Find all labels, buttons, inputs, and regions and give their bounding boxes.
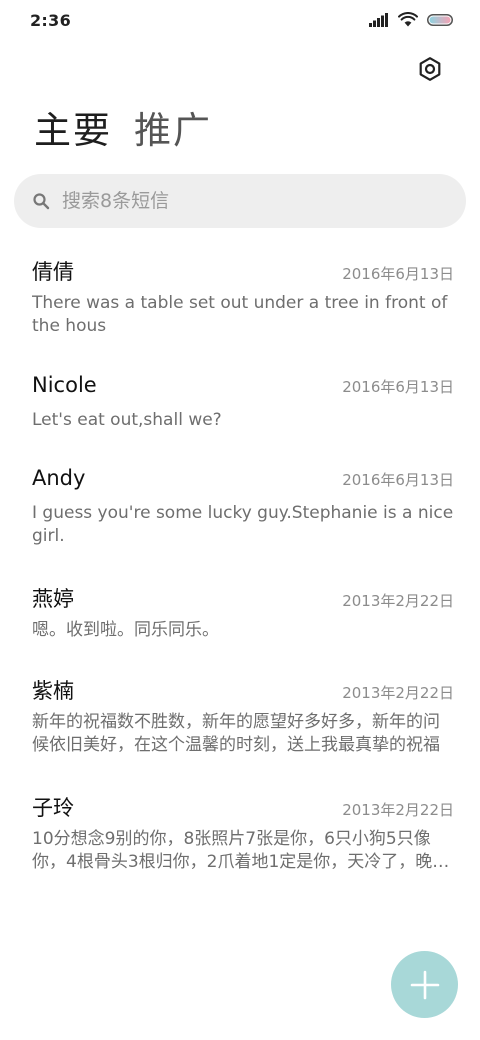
status-bar: 2:36	[0, 0, 480, 42]
thread-preview: I guess you're some lucky guy.Stephanie …	[32, 503, 454, 546]
search-bar[interactable]	[14, 174, 466, 228]
thread-preview: Let's eat out,shall we?	[32, 410, 222, 430]
thread-item[interactable]: Nicole 2016年6月13日 Let's eat out,shall we…	[0, 373, 480, 466]
tab-bar: 主要 推广	[34, 108, 212, 154]
thread-preview: 新年的祝福数不胜数，新年的愿望好多好多，新年的问候依旧美好，在这个温馨的时刻，送…	[32, 712, 440, 755]
thread-item[interactable]: 紫楠 2013年2月22日 新年的祝福数不胜数，新年的愿望好多好多，新年的问候依…	[0, 675, 480, 792]
thread-date: 2013年2月22日	[342, 684, 454, 702]
new-message-button[interactable]	[391, 951, 458, 1018]
tab-promotions[interactable]: 推广	[134, 108, 212, 154]
thread-item[interactable]: 燕婷 2013年2月22日 嗯。收到啦。同乐同乐。	[0, 583, 480, 675]
thread-date: 2016年6月13日	[342, 265, 454, 283]
thread-name: 燕婷	[32, 587, 74, 611]
thread-preview: 嗯。收到啦。同乐同乐。	[32, 620, 219, 640]
thread-date: 2013年2月22日	[342, 592, 454, 610]
thread-item[interactable]: Andy 2016年6月13日 I guess you're some luck…	[0, 466, 480, 583]
thread-item[interactable]: 子玲 2013年2月22日 10分想念9别的你，8张照片7张是你，6只小狗5只像…	[0, 792, 480, 909]
thread-item[interactable]: 倩倩 2016年6月13日 There was a table set out …	[0, 256, 480, 373]
search-icon	[33, 193, 50, 210]
thread-name: 倩倩	[32, 260, 74, 284]
thread-name: Andy	[32, 466, 86, 490]
signal-icon	[369, 12, 388, 27]
thread-preview: There was a table set out under a tree i…	[32, 293, 448, 336]
status-icons	[369, 12, 453, 27]
status-time: 2:36	[30, 11, 71, 30]
thread-date: 2013年2月22日	[342, 801, 454, 819]
thread-name: 子玲	[32, 796, 74, 820]
search-input[interactable]	[62, 186, 422, 216]
thread-date: 2016年6月13日	[342, 471, 454, 489]
thread-date: 2016年6月13日	[342, 378, 454, 396]
gear-icon	[419, 57, 441, 81]
thread-list: 倩倩 2016年6月13日 There was a table set out …	[0, 256, 480, 909]
thread-name: Nicole	[32, 373, 97, 397]
battery-icon	[427, 13, 453, 26]
thread-name: 紫楠	[32, 679, 74, 703]
tab-primary[interactable]: 主要	[34, 108, 112, 154]
thread-preview: 10分想念9别的你，8张照片7张是你，6只小狗5只像你，4根骨头3根归你，2爪着…	[32, 829, 450, 872]
plus-icon	[410, 970, 439, 999]
wifi-icon	[398, 12, 418, 27]
settings-button[interactable]	[414, 53, 446, 85]
